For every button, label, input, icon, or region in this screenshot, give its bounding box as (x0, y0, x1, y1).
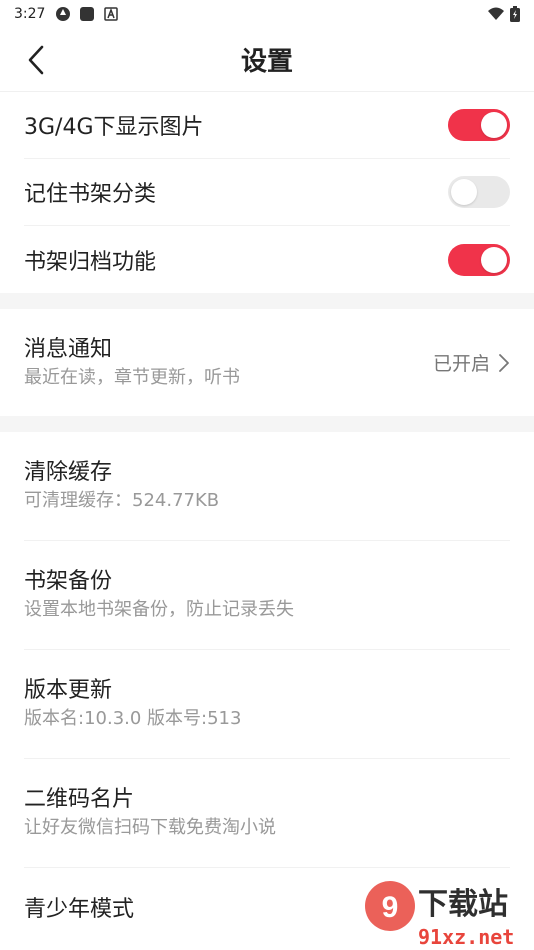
wifi-icon (488, 7, 504, 20)
toggle-knob (481, 112, 507, 138)
shelf-backup-row[interactable]: 书架备份 设置本地书架备份，防止记录丢失 (24, 541, 510, 650)
status-time: 3:27 (14, 6, 46, 22)
chevron-right-icon (499, 353, 509, 372)
setting-label: 3G/4G下显示图片 (24, 115, 204, 140)
text-notification-icon (104, 7, 119, 21)
item-subtitle: 设置本地书架备份，防止记录丢失 (24, 599, 294, 620)
square-notification-icon (80, 7, 95, 21)
back-button[interactable] (18, 42, 54, 78)
section-divider (0, 293, 534, 309)
app-notification-icon (56, 7, 71, 21)
setting-row-show-images: 3G/4G下显示图片 (24, 92, 510, 159)
status-bar: 3:27 (0, 0, 534, 28)
battery-icon (510, 6, 520, 22)
item-title: 书架备份 (24, 569, 113, 594)
nav-bar: 设置 (0, 28, 534, 92)
item-title: 二维码名片 (24, 787, 135, 812)
svg-text:91xz.net: 91xz.net (418, 925, 514, 949)
page-title: 设置 (240, 47, 293, 77)
show-images-toggle[interactable] (448, 109, 510, 141)
clear-cache-row[interactable]: 清除缓存 可清理缓存：524.77KB (24, 432, 510, 541)
setting-row-remember-category: 记住书架分类 (24, 159, 510, 226)
setting-row-archive: 书架归档功能 (24, 226, 510, 293)
site-watermark-logo: 9 下载站 91xz.net (365, 881, 514, 949)
notification-title: 消息通知 (24, 336, 113, 362)
svg-text:9: 9 (382, 891, 399, 924)
toggle-knob (451, 179, 477, 205)
item-subtitle: 让好友微信扫码下载免费淘小说 (24, 817, 276, 838)
qr-card-row[interactable]: 二维码名片 让好友微信扫码下载免费淘小说 (24, 759, 510, 868)
setting-label: 书架归档功能 (24, 249, 157, 275)
toggle-knob (481, 246, 507, 273)
item-subtitle: 可清理缓存：524.77KB (24, 490, 220, 511)
section-divider (0, 416, 534, 432)
toggle-section: 3G/4G下显示图片 记住书架分类 书架归档功能 (0, 92, 534, 293)
notification-settings-row[interactable]: 消息通知 最近在读，章节更新，听书 已开启 (24, 309, 510, 416)
remember-category-toggle[interactable] (448, 176, 510, 208)
item-subtitle: 版本名:10.3.0 版本号:513 (24, 708, 242, 729)
setting-label: 记住书架分类 (24, 182, 157, 207)
item-title: 版本更新 (24, 678, 113, 703)
item-title: 清除缓存 (24, 460, 113, 485)
notification-status: 已开启 (432, 353, 490, 375)
archive-toggle[interactable] (448, 243, 510, 276)
svg-text:下载站: 下载站 (418, 887, 508, 922)
chevron-left-icon (28, 45, 44, 75)
notification-subtitle: 最近在读，章节更新，听书 (24, 366, 240, 388)
version-update-row[interactable]: 版本更新 版本名:10.3.0 版本号:513 (24, 650, 510, 759)
